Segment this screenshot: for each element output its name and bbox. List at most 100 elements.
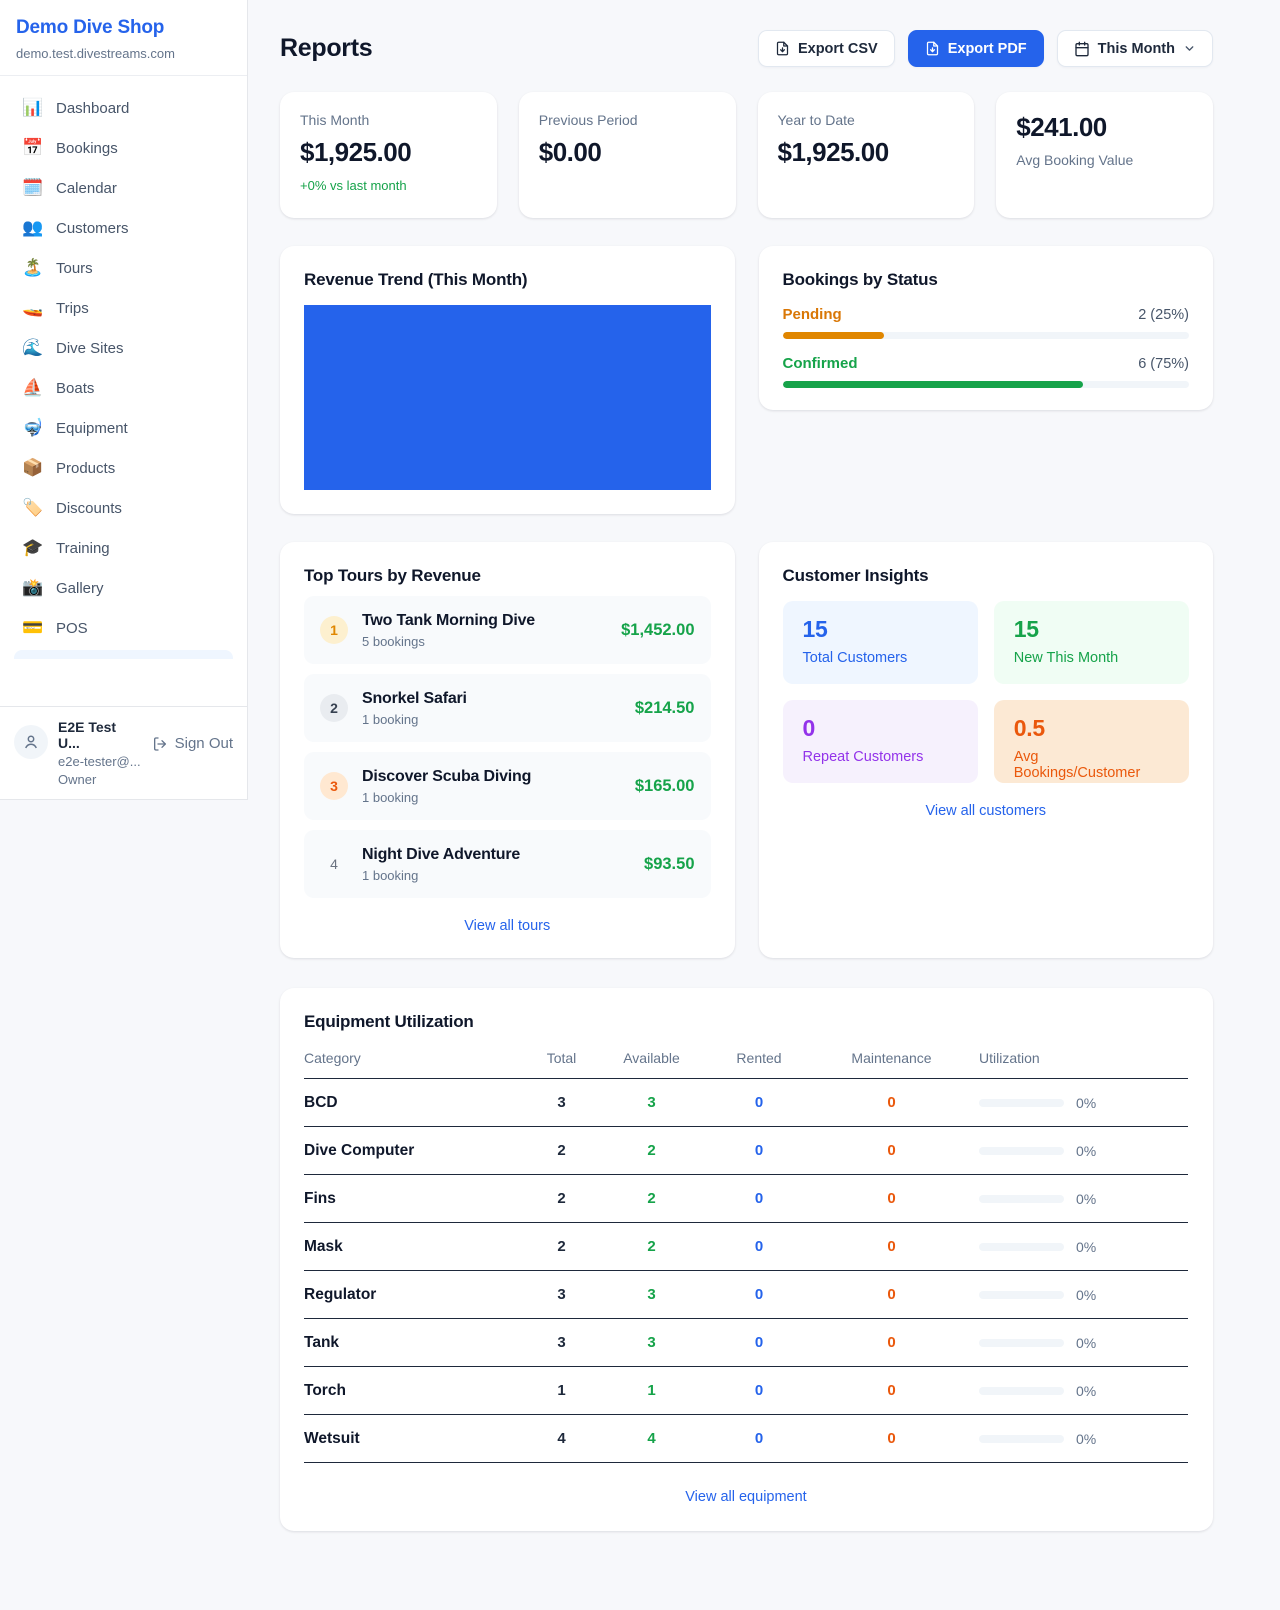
utilization-percent: 0% xyxy=(1076,1383,1096,1399)
sidebar-item-boats[interactable]: ⛵ Boats xyxy=(8,368,239,408)
tile-value: 0 xyxy=(803,715,958,742)
stats-row: This Month $1,925.00 +0% vs last month P… xyxy=(280,92,1213,218)
sidebar-item-products[interactable]: 📦 Products xyxy=(8,448,239,488)
available-cell: 3 xyxy=(589,1334,714,1351)
total-cell: 3 xyxy=(534,1094,589,1111)
insights-row: Top Tours by Revenue 1 Two Tank Morning … xyxy=(280,542,1213,958)
period-label: This Month xyxy=(1098,41,1175,57)
equipment-utilization-card: Equipment Utilization Category Total Ava… xyxy=(280,988,1213,1531)
stat-value: $241.00 xyxy=(1016,112,1193,143)
sidebar-item-dive-sites[interactable]: 🌊 Dive Sites xyxy=(8,328,239,368)
bookings-by-status-card: Bookings by Status Pending 2 (25%) Confi… xyxy=(759,246,1214,410)
graduation-cap-icon: 🎓 xyxy=(22,538,42,558)
utilization-bar-track xyxy=(979,1339,1064,1347)
utilization-bar-track xyxy=(979,1099,1064,1107)
table-row-wetsuit: Wetsuit 4 4 0 0 0% xyxy=(304,1415,1188,1463)
stat-label: This Month xyxy=(300,112,477,128)
tour-bookings: 5 bookings xyxy=(362,634,607,649)
utilization-cell: 0% xyxy=(979,1335,1188,1351)
tour-row[interactable]: 1 Two Tank Morning Dive 5 bookings $1,45… xyxy=(304,596,711,664)
sidebar-item-training[interactable]: 🎓 Training xyxy=(8,528,239,568)
export-pdf-label: Export PDF xyxy=(948,41,1027,57)
category-cell: Fins xyxy=(304,1190,534,1208)
utilization-percent: 0% xyxy=(1076,1143,1096,1159)
status-value-confirmed: 6 (75%) xyxy=(1138,356,1189,372)
status-label-pending: Pending xyxy=(783,306,842,323)
sidebar-item-label: Gallery xyxy=(56,580,104,597)
sidebar-item-tours[interactable]: 🏝️ Tours xyxy=(8,248,239,288)
export-csv-label: Export CSV xyxy=(798,41,878,57)
sidebar-item-dashboard[interactable]: 📊 Dashboard xyxy=(8,88,239,128)
sidebar-item-bookings[interactable]: 📅 Bookings xyxy=(8,128,239,168)
tour-amount: $165.00 xyxy=(635,777,695,796)
available-cell: 3 xyxy=(589,1286,714,1303)
utilization-cell: 0% xyxy=(979,1431,1188,1447)
tour-row[interactable]: 4 Night Dive Adventure 1 booking $93.50 xyxy=(304,830,711,898)
table-row-fins: Fins 2 2 0 0 0% xyxy=(304,1175,1188,1223)
rented-cell: 0 xyxy=(714,1430,804,1447)
period-dropdown[interactable]: This Month xyxy=(1057,30,1213,67)
utilization-percent: 0% xyxy=(1076,1095,1096,1111)
column-header-category: Category xyxy=(304,1050,534,1066)
total-cell: 2 xyxy=(534,1142,589,1159)
dashboard-icon: 📊 xyxy=(22,98,42,118)
table-row-tank: Tank 3 3 0 0 0% xyxy=(304,1319,1188,1367)
pending-bar-fill xyxy=(783,332,885,339)
sidebar-item-label: Training xyxy=(56,540,110,557)
sidebar-nav: 📊 Dashboard 📅 Bookings 🗓️ Calendar 👥 Cus… xyxy=(0,76,247,706)
sidebar-item-trips[interactable]: 🚤 Trips xyxy=(8,288,239,328)
equipment-table-header: Category Total Available Rented Maintena… xyxy=(304,1050,1188,1079)
utilization-cell: 0% xyxy=(979,1239,1188,1255)
column-header-utilization: Utilization xyxy=(979,1050,1188,1066)
sidebar-item-equipment[interactable]: 🤿 Equipment xyxy=(8,408,239,448)
view-all-equipment-link[interactable]: View all equipment xyxy=(304,1489,1188,1505)
page-title: Reports xyxy=(280,34,372,63)
stat-value: $1,925.00 xyxy=(300,137,477,168)
tour-bookings: 1 booking xyxy=(362,712,621,727)
maintenance-cell: 0 xyxy=(804,1142,979,1159)
wave-icon: 🌊 xyxy=(22,338,42,358)
status-row-pending: Pending 2 (25%) xyxy=(783,306,1190,339)
sidebar-item-active-partial[interactable] xyxy=(14,650,233,659)
export-pdf-button[interactable]: Export PDF xyxy=(908,30,1044,67)
category-cell: BCD xyxy=(304,1094,534,1112)
utilization-bar-track xyxy=(979,1291,1064,1299)
tour-name: Night Dive Adventure xyxy=(362,846,630,864)
confirmed-bar-track xyxy=(783,381,1190,388)
file-download-icon xyxy=(925,41,940,56)
view-all-tours-link[interactable]: View all tours xyxy=(304,918,711,934)
sidebar-item-pos[interactable]: 💳 POS xyxy=(8,608,239,648)
total-cell: 3 xyxy=(534,1286,589,1303)
rented-cell: 0 xyxy=(714,1238,804,1255)
tour-row[interactable]: 2 Snorkel Safari 1 booking $214.50 xyxy=(304,674,711,742)
tour-amount: $1,452.00 xyxy=(621,621,694,640)
export-csv-button[interactable]: Export CSV xyxy=(758,30,895,67)
insight-tiles: 15 Total Customers 15 New This Month 0 R… xyxy=(783,601,1190,783)
available-cell: 1 xyxy=(589,1382,714,1399)
equipment-utilization-title: Equipment Utilization xyxy=(304,1012,1188,1032)
table-row-dive-computer: Dive Computer 2 2 0 0 0% xyxy=(304,1127,1188,1175)
trips-boat-icon: 🚤 xyxy=(22,298,42,318)
sidebar-item-calendar[interactable]: 🗓️ Calendar xyxy=(8,168,239,208)
bookings-calendar-icon: 📅 xyxy=(22,138,42,158)
shop-domain: demo.test.divestreams.com xyxy=(16,46,231,61)
sidebar-item-discounts[interactable]: 🏷️ Discounts xyxy=(8,488,239,528)
tile-new-this-month: 15 New This Month xyxy=(994,601,1189,684)
tile-label: New This Month xyxy=(1014,650,1169,666)
tour-row[interactable]: 3 Discover Scuba Diving 1 booking $165.0… xyxy=(304,752,711,820)
sidebar-item-gallery[interactable]: 📸 Gallery xyxy=(8,568,239,608)
stat-label: Year to Date xyxy=(778,112,955,128)
customers-icon: 👥 xyxy=(22,218,42,238)
sidebar-item-label: Bookings xyxy=(56,140,118,157)
tour-name: Discover Scuba Diving xyxy=(362,768,621,786)
utilization-bar-track xyxy=(979,1147,1064,1155)
category-cell: Dive Computer xyxy=(304,1142,534,1160)
sign-out-button[interactable]: Sign Out xyxy=(152,735,233,752)
utilization-cell: 0% xyxy=(979,1383,1188,1399)
sidebar-item-label: Dive Sites xyxy=(56,340,124,357)
sidebar-item-customers[interactable]: 👥 Customers xyxy=(8,208,239,248)
utilization-bar-track xyxy=(979,1435,1064,1443)
user-name: E2E Test U... xyxy=(58,719,142,751)
view-all-customers-link[interactable]: View all customers xyxy=(783,803,1190,819)
stat-card-year-to-date: Year to Date $1,925.00 xyxy=(758,92,975,218)
